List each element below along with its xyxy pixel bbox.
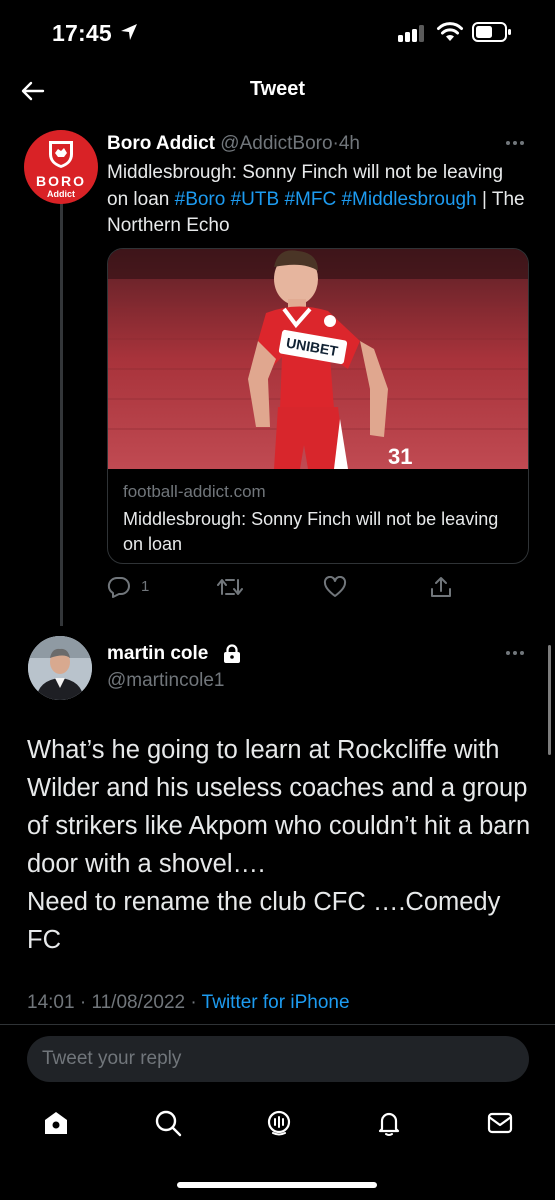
tweet-timestamp: 14:01 bbox=[27, 992, 75, 1013]
page-title: Tweet bbox=[249, 78, 306, 100]
status-bar: 17:45 bbox=[0, 0, 555, 66]
author-handle[interactable]: @AddictBoro bbox=[220, 133, 332, 154]
link-preview-card[interactable]: UNIBET 31 football-addict.com Middlesbro… bbox=[107, 248, 529, 564]
tab-messages[interactable] bbox=[477, 1102, 523, 1148]
author-name[interactable]: Boro Addict bbox=[107, 133, 215, 154]
scrollbar[interactable] bbox=[548, 645, 551, 755]
reply-composer[interactable] bbox=[27, 1036, 529, 1082]
mail-icon bbox=[487, 1112, 513, 1134]
dot-separator: · bbox=[190, 992, 197, 1013]
share-icon bbox=[431, 577, 451, 597]
cellular-signal-icon bbox=[398, 24, 426, 42]
search-icon bbox=[155, 1110, 182, 1137]
hashtag-link[interactable]: #UTB bbox=[231, 189, 280, 210]
wifi-icon bbox=[437, 22, 463, 41]
bottom-tab-bar bbox=[0, 1102, 555, 1148]
martin-cole-avatar[interactable] bbox=[28, 636, 92, 700]
retweet-action[interactable] bbox=[217, 574, 247, 600]
divider bbox=[0, 1024, 555, 1025]
more-options-icon[interactable] bbox=[506, 651, 530, 657]
hashtag-link[interactable]: #Middlesbrough bbox=[341, 189, 476, 210]
reply-action[interactable]: 1 bbox=[107, 574, 167, 600]
tab-spaces[interactable] bbox=[256, 1102, 302, 1148]
hashtag-link[interactable]: #MFC bbox=[284, 189, 336, 210]
dot-separator: · bbox=[79, 992, 87, 1013]
card-title: Middlesbrough: Sonny Finch will not be l… bbox=[123, 509, 499, 554]
boro-addict-avatar[interactable]: BORO Addict bbox=[24, 130, 98, 204]
top-nav-bar: Tweet bbox=[0, 66, 555, 118]
retweet-icon bbox=[217, 579, 243, 595]
protected-lock-icon bbox=[224, 644, 240, 663]
home-indicator[interactable] bbox=[177, 1182, 377, 1188]
reply-tweet-text: What’s he going to learn at Rockcliffe w… bbox=[27, 736, 531, 954]
card-domain: football-addict.com bbox=[123, 482, 266, 501]
heart-icon bbox=[323, 576, 347, 597]
hashtag-link[interactable]: #Boro bbox=[175, 189, 226, 210]
like-action[interactable] bbox=[323, 574, 353, 600]
more-options-icon[interactable] bbox=[506, 141, 530, 147]
battery-icon bbox=[472, 22, 511, 42]
tab-notifications[interactable] bbox=[366, 1102, 412, 1148]
thread-connector-line bbox=[60, 192, 63, 626]
shirt-number-text: 31 bbox=[388, 444, 412, 469]
status-time: 17:45 bbox=[52, 20, 112, 46]
tweet-author-line: Boro Addict @AddictBoro·4h bbox=[107, 133, 360, 155]
article-image: UNIBET 31 bbox=[108, 249, 528, 469]
tweet-date: 11/08/2022 bbox=[91, 992, 186, 1013]
avatar-addict-word: Addict bbox=[47, 189, 75, 199]
avatar-boro-word: BORO bbox=[36, 173, 86, 189]
reply-icon bbox=[107, 576, 130, 598]
tab-search[interactable] bbox=[145, 1102, 191, 1148]
tweet-text: Middlesbrough: Sonny Finch will not be l… bbox=[107, 160, 527, 240]
tab-home[interactable] bbox=[33, 1102, 79, 1148]
tweet-meta: 14:01 · 11/08/2022 · Twitter for iPhone bbox=[27, 992, 350, 1014]
tweet-action-bar: 1 bbox=[107, 574, 529, 600]
reply-author-handle[interactable]: @martincole1 bbox=[107, 670, 225, 692]
home-icon bbox=[45, 1112, 67, 1134]
reply-count: 1 bbox=[141, 578, 150, 595]
spaces-icon bbox=[267, 1110, 291, 1136]
reply-input[interactable] bbox=[42, 1036, 512, 1082]
bell-icon bbox=[378, 1112, 400, 1136]
tweet-source-link[interactable]: Twitter for iPhone bbox=[202, 992, 350, 1013]
reply-author-name[interactable]: martin cole bbox=[107, 643, 208, 665]
location-arrow-icon bbox=[121, 24, 137, 40]
share-action[interactable] bbox=[429, 574, 459, 600]
tweet-time: 4h bbox=[338, 133, 360, 154]
club-crest-icon bbox=[49, 141, 73, 168]
